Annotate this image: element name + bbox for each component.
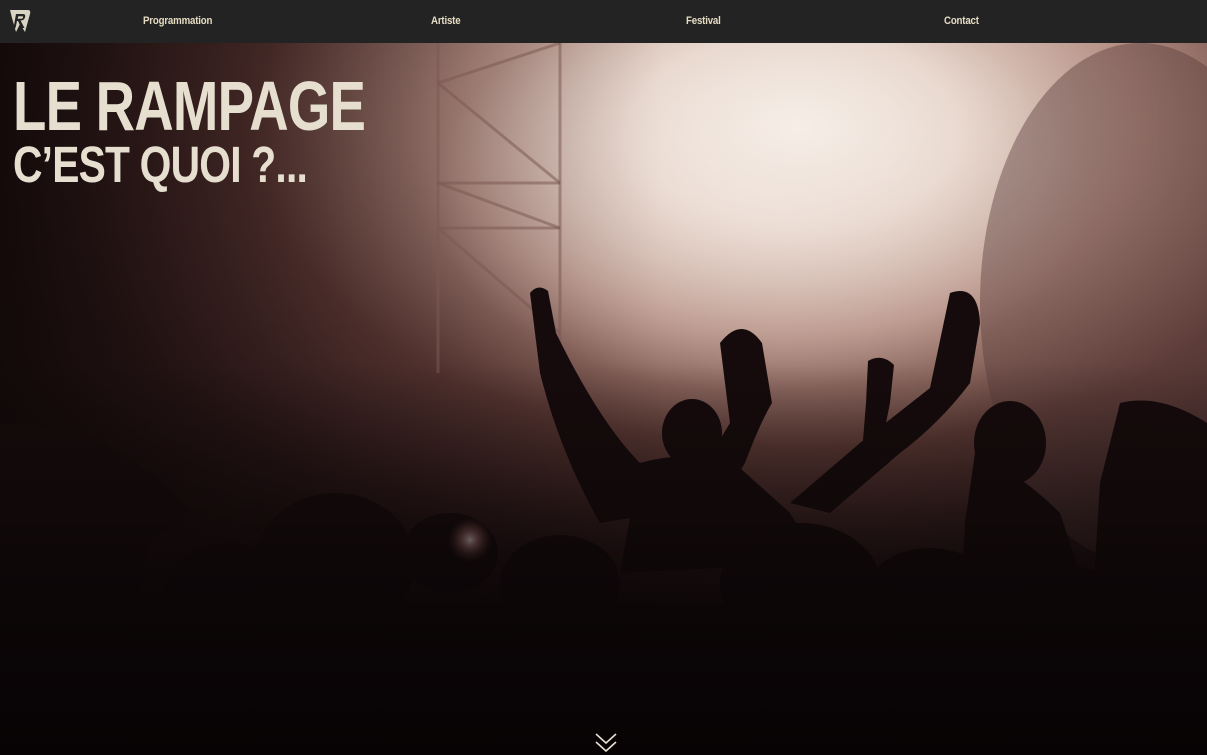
nav-item-contact[interactable]: Contact <box>944 0 979 43</box>
hero-subtitle: C’EST QUOI ?... <box>13 136 308 193</box>
nav-item-artiste[interactable]: Artiste <box>431 0 461 43</box>
double-chevron-down-icon[interactable] <box>594 732 618 754</box>
hero-section: LE RAMPAGE C’EST QUOI ?... <box>0 43 1207 755</box>
nav-item-programmation[interactable]: Programmation <box>143 0 212 43</box>
rampage-logo-icon[interactable] <box>8 8 32 34</box>
nav-item-festival[interactable]: Festival <box>686 0 721 43</box>
top-navbar: Programmation Artiste Festival Contact <box>0 0 1207 43</box>
landing-page: Programmation Artiste Festival Contact L… <box>0 0 1207 755</box>
hero-title: LE RAMPAGE <box>13 67 366 145</box>
